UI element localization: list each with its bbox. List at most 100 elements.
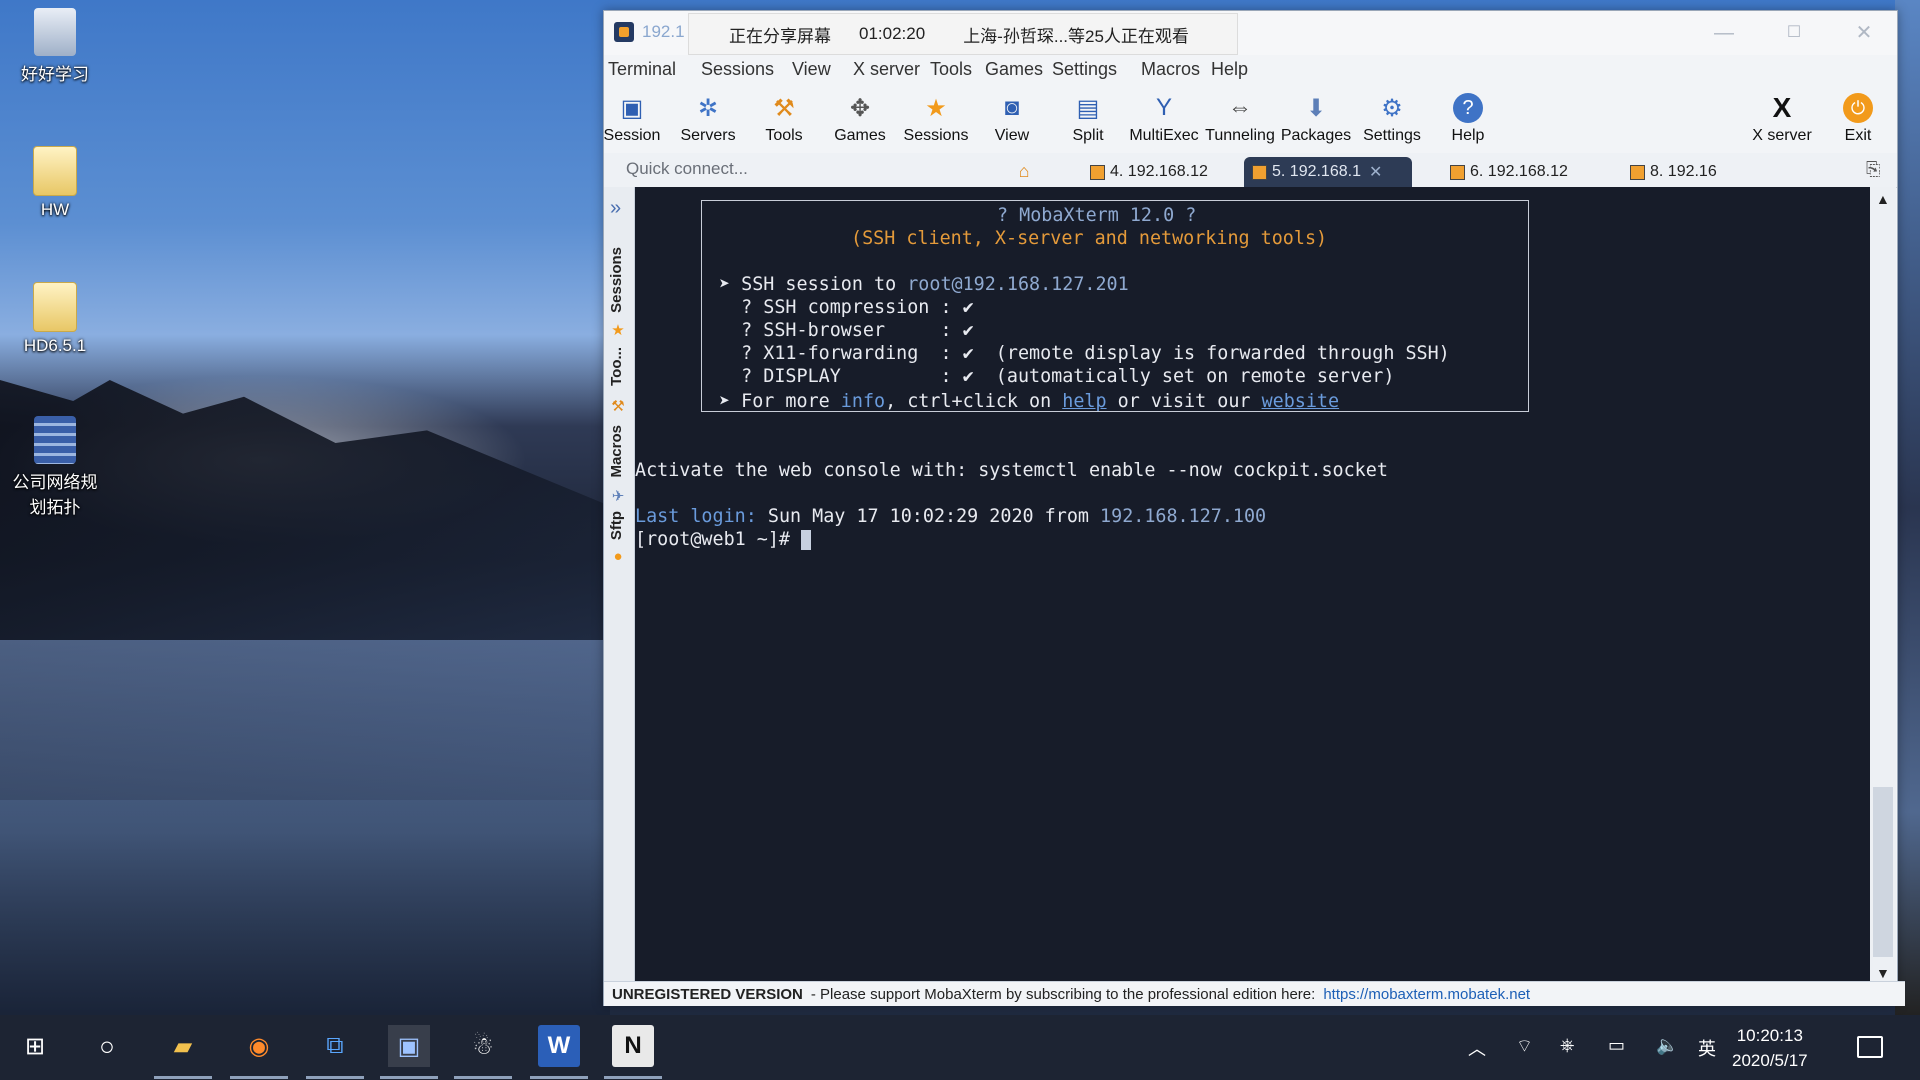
maximize-button[interactable]: ☐	[1759, 11, 1829, 55]
network-icon[interactable]: ⎈	[1560, 1035, 1574, 1056]
expand-sidebar-icon[interactable]: »	[610, 197, 621, 220]
minimize-button[interactable]: —	[1689, 11, 1759, 55]
sidebar-macros[interactable]: Macros	[608, 425, 625, 478]
remote-desktop-icon[interactable]: ⧉	[306, 1025, 364, 1079]
quick-connect-input[interactable]: Quick connect...	[626, 159, 748, 179]
scroll-thumb[interactable]	[1873, 787, 1893, 957]
tab-session-6[interactable]: 6. 192.168.12	[1442, 157, 1590, 187]
mobaxterm-icon[interactable]: ▣	[380, 1025, 438, 1079]
settings-icon: ⚙	[1381, 94, 1403, 122]
terminal-tab-icon	[1450, 164, 1465, 180]
packages-button[interactable]: ⬇ Packages	[1280, 83, 1352, 153]
terminal-tab-icon	[1252, 164, 1267, 180]
desktop-icon-hd[interactable]: HD6.5.1	[5, 282, 105, 356]
tab-session-8[interactable]: 8. 192.16	[1622, 157, 1760, 187]
home-tab-icon[interactable]: ⌂	[1014, 161, 1034, 181]
wallpaper-water	[0, 640, 610, 1015]
banner-subtitle: (SSH client, X-server and networking too…	[851, 228, 1328, 249]
menu-terminal[interactable]: Terminal	[608, 59, 676, 80]
terminal-scrollbar[interactable]: ▲ ▼	[1870, 187, 1896, 987]
scroll-up-icon[interactable]: ▲	[1876, 191, 1890, 207]
terminal-area[interactable]: ? MobaXterm 12.0 ? (SSH client, X-server…	[635, 187, 1870, 987]
battery-icon[interactable]: ▭	[1608, 1035, 1625, 1056]
sidebar-sftp[interactable]: Sftp	[608, 511, 625, 540]
onenote-icon[interactable]: N	[604, 1025, 662, 1079]
servers-button[interactable]: ✲ Servers	[672, 83, 744, 153]
menu-macros[interactable]: Macros	[1141, 59, 1200, 80]
exit-button[interactable]: ⏻ Exit	[1822, 83, 1894, 153]
tools-button[interactable]: ⚒ Tools	[748, 83, 820, 153]
desktop-icon-recycle[interactable]: 好好学习	[5, 8, 105, 85]
volume-icon[interactable]: 🔈	[1656, 1035, 1678, 1056]
menu-games[interactable]: Games	[985, 59, 1043, 80]
monitor-icon: ▣	[620, 94, 644, 122]
wallpaper-edge	[1895, 0, 1920, 1015]
tab-session-5[interactable]: 5. 192.168.1 ✕	[1244, 157, 1412, 187]
help-button[interactable]: ? Help	[1432, 83, 1504, 153]
help-link[interactable]: help	[1062, 391, 1106, 412]
sidebar-sessions[interactable]: Sessions	[608, 247, 625, 313]
desktop-icon-topology[interactable]: 公司网络规划拓扑	[5, 416, 105, 518]
mobatek-link[interactable]: https://mobaxterm.mobatek.net	[1323, 986, 1530, 1003]
search-circle-icon[interactable]: ○	[86, 1025, 128, 1067]
share-duration: 01:02:20	[859, 24, 926, 43]
file-explorer-icon[interactable]: ▰	[154, 1025, 212, 1079]
desktop-icon-hw[interactable]: HW	[5, 146, 105, 220]
website-link[interactable]: website	[1262, 391, 1340, 412]
qq-icon[interactable]: ☃	[454, 1025, 512, 1079]
status-bar: UNREGISTERED VERSION - Please support Mo…	[604, 981, 1905, 1006]
system-clock[interactable]: 10:20:13 2020/5/17	[1732, 1023, 1808, 1073]
close-button[interactable]: ✕	[1829, 11, 1899, 55]
servers-icon: ✲	[697, 94, 719, 122]
gamepad-icon: ✥	[849, 94, 871, 122]
tab-session-4[interactable]: 4. 192.168.12	[1082, 157, 1220, 187]
mobaxterm-app-icon	[614, 22, 634, 42]
x-server-button[interactable]: XX server	[1746, 83, 1818, 153]
show-hidden-icons-icon[interactable]: ︿	[1468, 1035, 1486, 1061]
wifi-icon[interactable]: ⌔	[1516, 1035, 1533, 1058]
tab-close-icon[interactable]: ✕	[1369, 162, 1382, 182]
banner-title: ? MobaXterm 12.0 ?	[997, 205, 1197, 226]
notification-center-icon[interactable]	[1857, 1036, 1883, 1058]
attach-icon[interactable]: ⎘	[1866, 159, 1880, 180]
multiexec-icon: Y	[1155, 94, 1172, 121]
games-button[interactable]: ✥ Games	[824, 83, 896, 153]
menu-x-server[interactable]: X server	[853, 59, 920, 80]
word-icon[interactable]: W	[530, 1025, 588, 1079]
split-button[interactable]: ▤ Split	[1052, 83, 1124, 153]
terminal-tab-icon	[1090, 164, 1105, 180]
clock-date: 2020/5/17	[1732, 1051, 1808, 1070]
folder-icon	[33, 282, 77, 332]
settings-button[interactable]: ⚙ Settings	[1356, 83, 1428, 153]
view-button[interactable]: ◙ View	[976, 83, 1048, 153]
menu-sessions[interactable]: Sessions	[701, 59, 774, 80]
start-icon[interactable]: ⊞	[14, 1025, 56, 1067]
firefox-icon[interactable]: ◉	[230, 1025, 288, 1079]
ssh-compression-line: ? SSH compression : ✔	[719, 297, 974, 318]
menu-view[interactable]: View	[792, 59, 831, 80]
sessions-button[interactable]: ★ Sessions	[900, 83, 972, 153]
tab-bar: Quick connect... ⌂ 4. 192.168.12 5. 192.…	[604, 153, 1897, 188]
left-sidebar: » Sessions ★ Too... ⚒ Macros ✈ Sftp ●	[604, 187, 635, 987]
mobaxterm-window: 192.1 正在分享屏幕 01:02:20 上海-孙哲琛...等25人正在观看 …	[603, 10, 1905, 1006]
cockpit-hint: Activate the web console with: systemctl…	[635, 460, 1388, 481]
menu-tools[interactable]: Tools	[930, 59, 972, 80]
share-status: 正在分享屏幕	[729, 26, 831, 46]
scroll-down-icon[interactable]: ▼	[1876, 965, 1890, 981]
tools-icon: ⚒	[773, 94, 795, 122]
shell-prompt[interactable]: [root@web1 ~]#	[635, 528, 812, 551]
clock-time: 10:20:13	[1736, 1026, 1803, 1045]
multiexec-button[interactable]: Y MultiExec	[1128, 83, 1200, 153]
tunneling-button[interactable]: ⇔ Tunneling	[1204, 83, 1276, 153]
menu-settings[interactable]: Settings	[1052, 59, 1117, 80]
taskbar: ⊞ ○ ▰ ◉ ⧉ ▣ ☃ W N ︿ ⌔ ⎈ ▭ 🔈 英 10:20:13 2…	[0, 1015, 1920, 1080]
input-language[interactable]: 英	[1698, 1035, 1716, 1061]
session-button[interactable]: ▣ Session	[596, 83, 668, 153]
title-bar: 192.1 正在分享屏幕 01:02:20 上海-孙哲琛...等25人正在观看 …	[604, 11, 1897, 55]
folder-icon	[33, 146, 77, 196]
info-link[interactable]: info	[841, 391, 885, 412]
text-cursor	[801, 530, 812, 550]
menu-help[interactable]: Help	[1211, 59, 1248, 80]
sidebar-tools[interactable]: Too...	[608, 347, 625, 386]
archive-icon	[34, 416, 76, 464]
